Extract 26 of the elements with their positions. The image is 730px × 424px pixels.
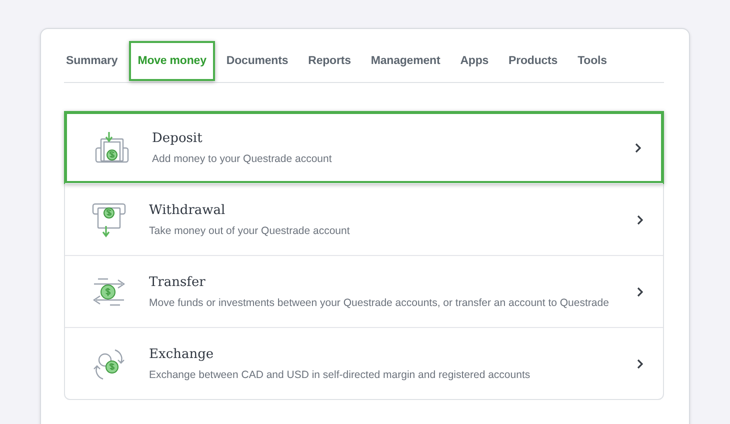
nav-tab[interactable]: Move money — [128, 40, 216, 80]
chevron-right-icon — [637, 214, 643, 224]
withdrawal-icon — [91, 202, 127, 238]
action-row[interactable]: Withdrawal Take money out of your Questrade account — [65, 183, 663, 255]
chevron-right-icon — [635, 142, 641, 152]
action-title: Exchange — [149, 346, 215, 362]
nav-tab[interactable]: Documents — [217, 40, 298, 80]
action-description: Move funds or investments between your Questrade accounts, or transfer an account to Questrade — [149, 296, 610, 308]
chevron-right-icon — [637, 358, 643, 368]
action-title: Deposit — [152, 130, 204, 146]
action-description: Take money out of your Questrade account — [149, 224, 351, 236]
action-title: Transfer — [149, 274, 206, 290]
chevron-right-icon — [637, 286, 643, 296]
action-description: Exchange between CAD and USD in self-directed margin and registered accounts — [149, 368, 532, 380]
nav-tab[interactable]: Management — [362, 40, 450, 80]
nav-tab[interactable]: Reports — [299, 40, 360, 80]
action-description: Add money to your Questrade account — [152, 152, 333, 164]
nav-tab[interactable]: Apps — [451, 40, 498, 80]
nav-tab[interactable]: Summary — [64, 40, 127, 80]
nav-tab[interactable]: Products — [500, 40, 567, 80]
action-row[interactable]: Transfer Move funds or investments between your Questrade accounts, or transfer an account to Questrade — [65, 255, 663, 327]
action-row[interactable]: Exchange Exchange between CAD and USD in self-directed margin and registered accounts — [65, 327, 663, 399]
deposit-icon — [94, 130, 130, 166]
action-row[interactable]: Deposit Add money to your Questrade account — [64, 111, 664, 184]
nav-tab[interactable]: Tools — [568, 40, 616, 80]
action-title: Withdrawal — [149, 202, 226, 218]
